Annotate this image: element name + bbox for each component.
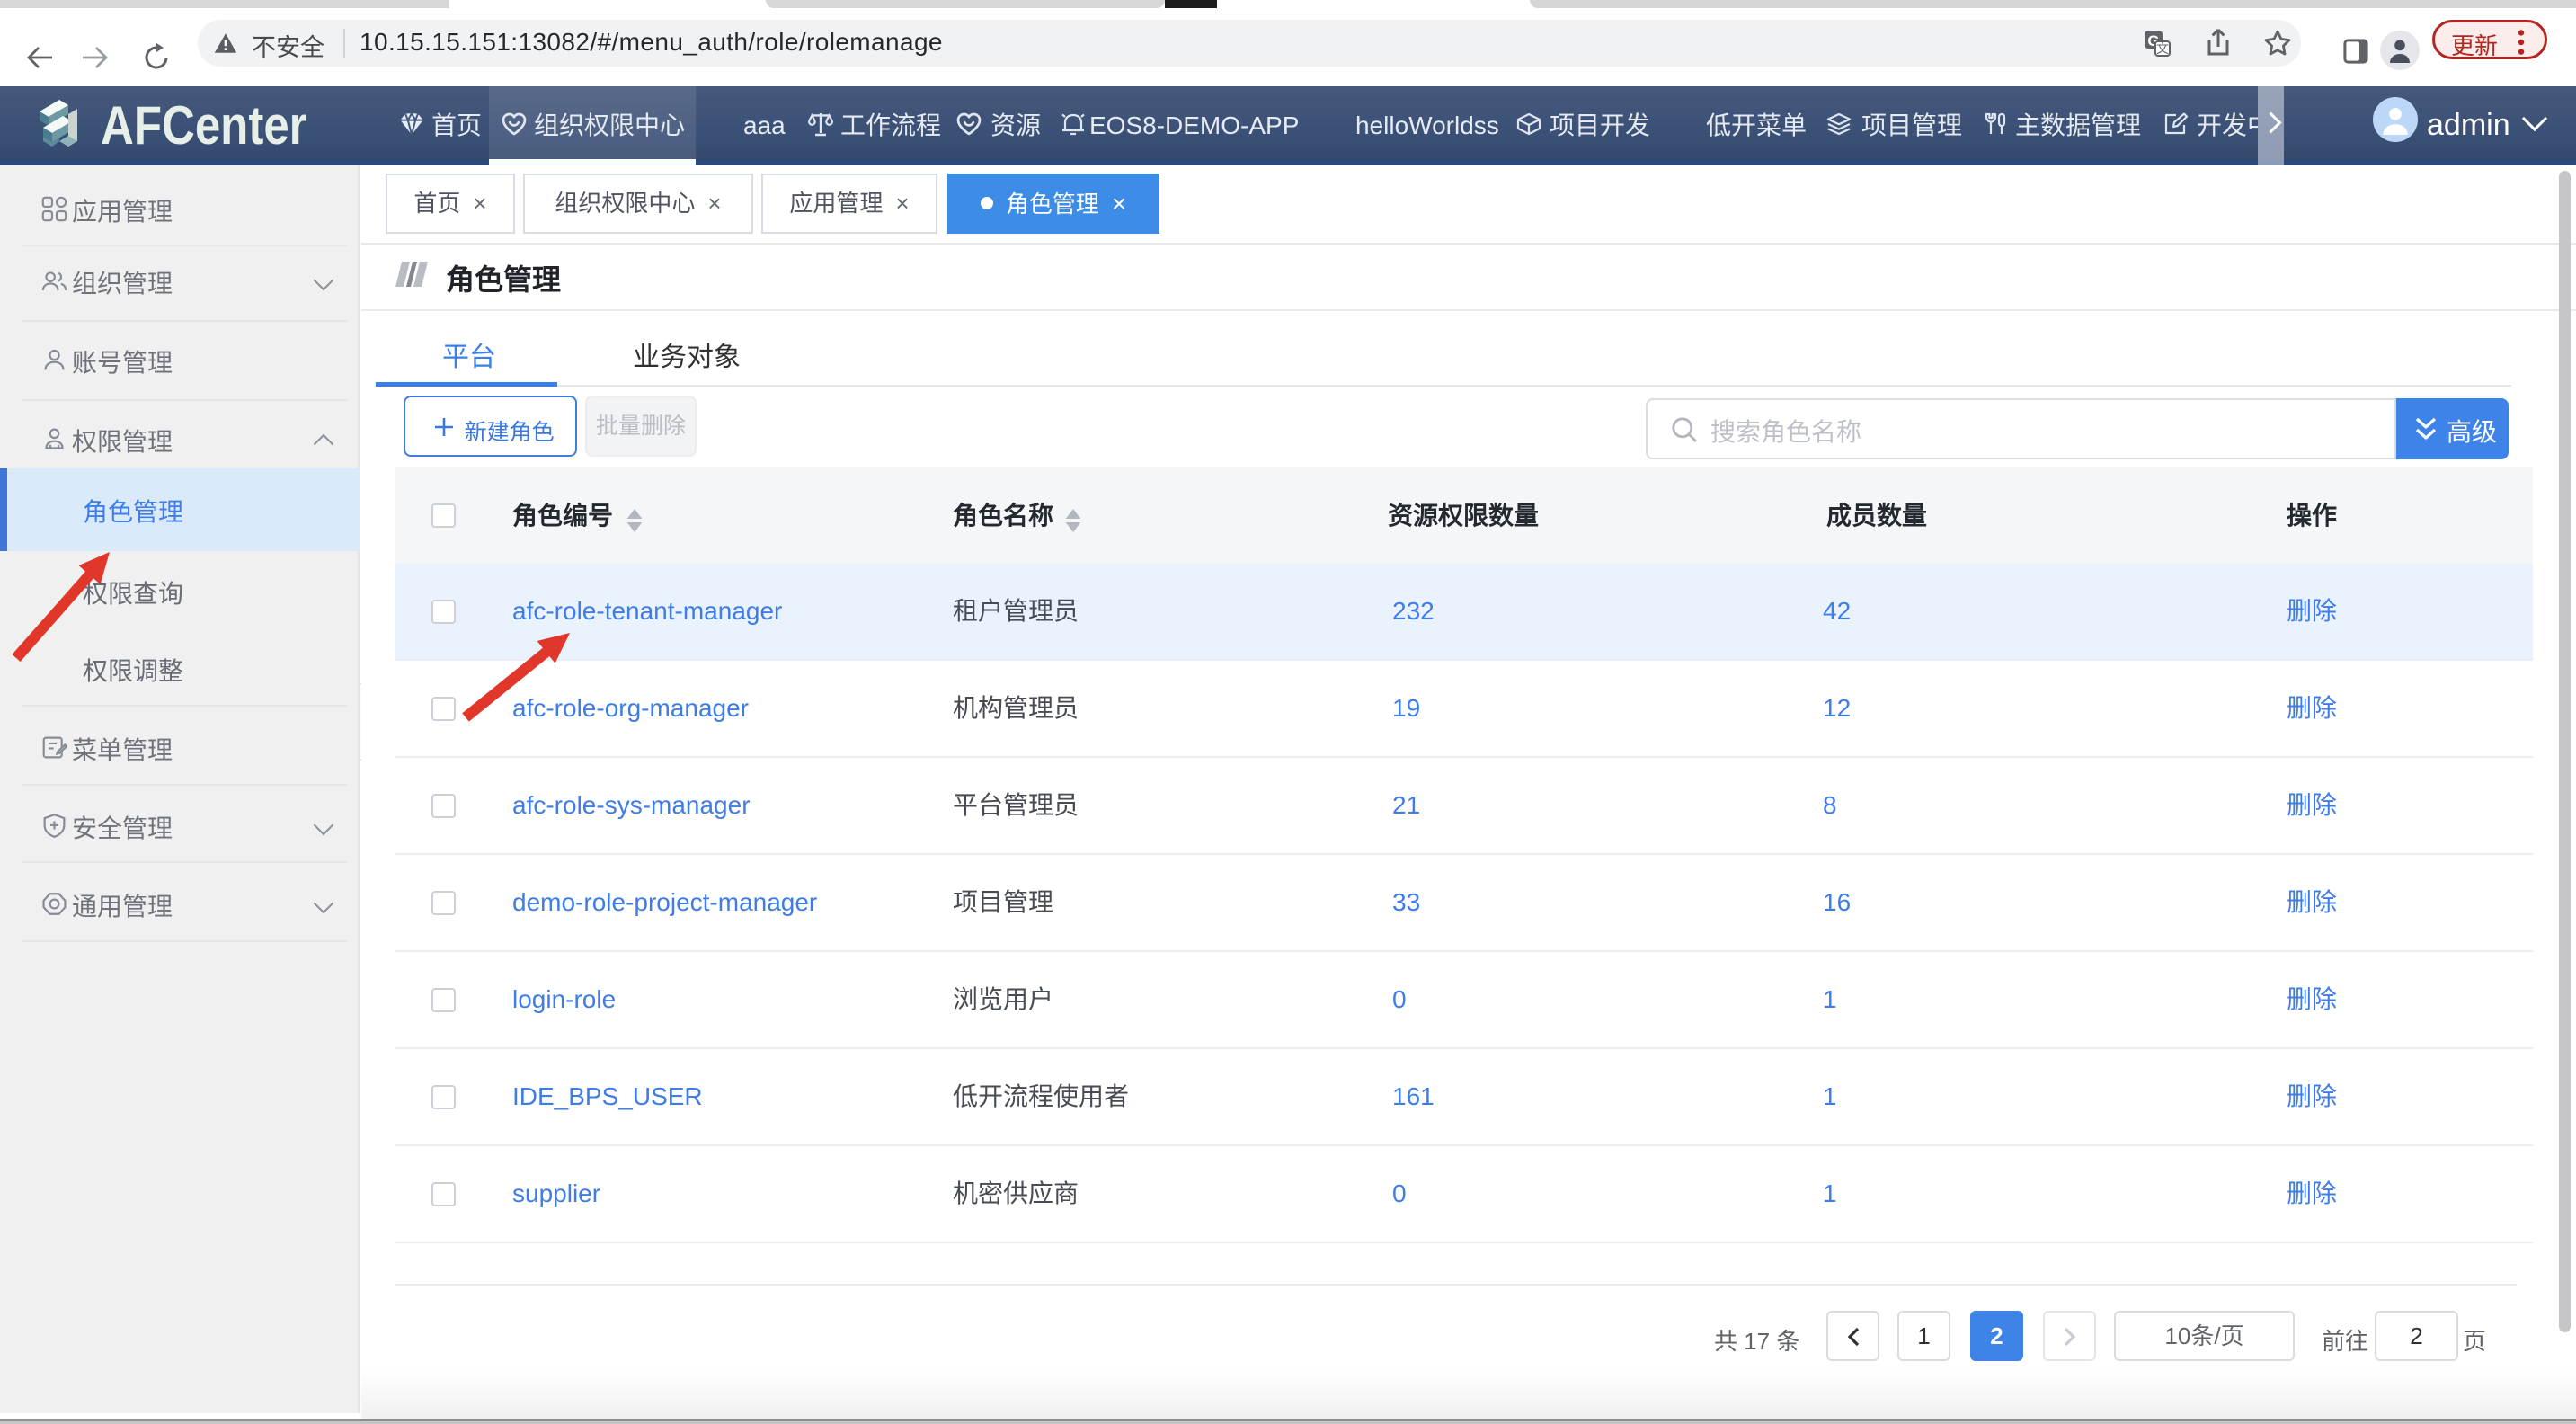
- svg-text:文: 文: [2156, 41, 2169, 56]
